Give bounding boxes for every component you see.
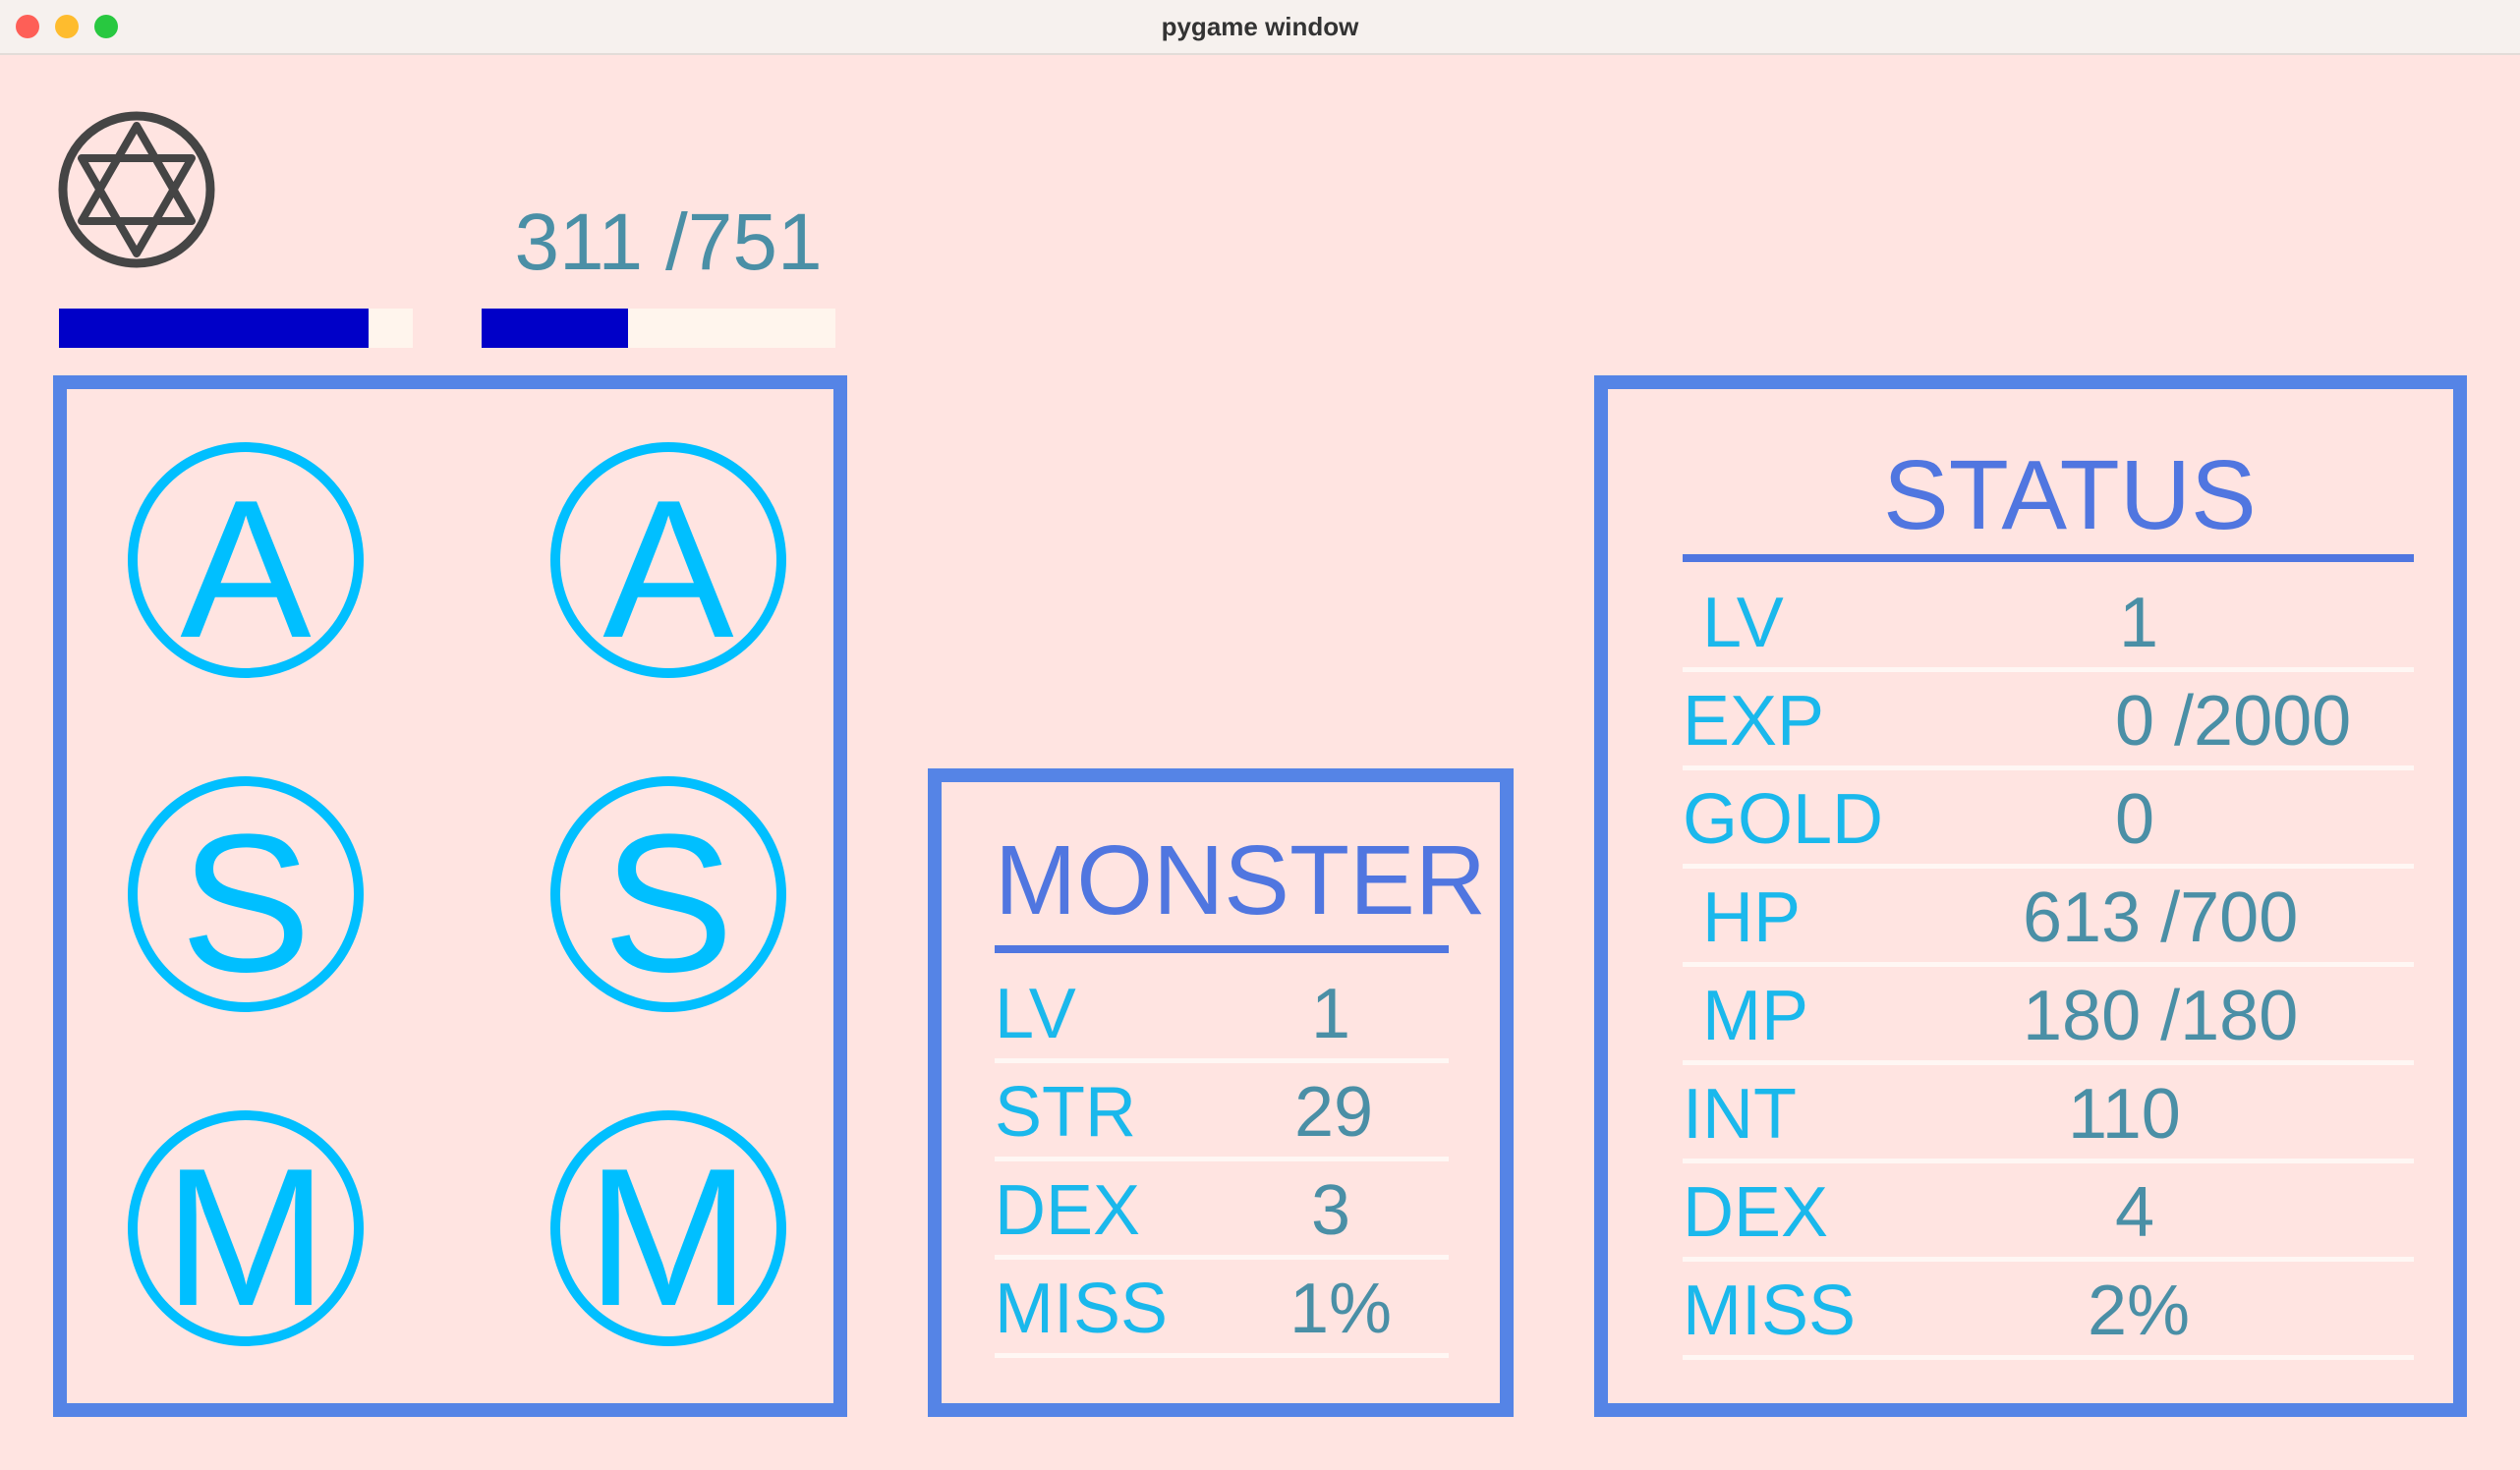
monster-row-miss: MISS 1%	[995, 1264, 1449, 1358]
monster-stat-value: 3	[1311, 1171, 1351, 1250]
status-panel: STATUS LV 1 EXP 0 /2000 GOLD 0 HP 613 /7…	[1594, 375, 2467, 1417]
status-row-int: INT 110	[1683, 1069, 2414, 1163]
status-stat-value: 613 /700	[2023, 878, 2299, 957]
status-stat-label: GOLD	[1683, 780, 1884, 859]
status-row-exp: EXP 0 /2000	[1683, 676, 2414, 770]
status-stat-value: 4	[2115, 1173, 2155, 1252]
game-canvas[interactable]: 311 /751 A A S S M M MONSTER LV 1 STR 29…	[0, 55, 2520, 1470]
monster-row-str: STR 29	[995, 1067, 1449, 1161]
status-stat-value: 2%	[2088, 1272, 2191, 1350]
hexagram-emblem-icon	[58, 111, 215, 268]
skill-panel: A A S S M M	[53, 375, 847, 1417]
monster-stat-label: DEX	[995, 1171, 1141, 1250]
skill-slot-s-2[interactable]: S	[550, 776, 786, 1013]
monster-title-underline	[995, 945, 1449, 953]
status-stat-label: HP	[1702, 878, 1802, 957]
mp-readout: 311 /751	[514, 198, 823, 287]
monster-title: MONSTER	[995, 825, 1486, 935]
status-stat-value: 110	[2068, 1075, 2181, 1154]
status-row-mp: MP 180 /180	[1683, 971, 2414, 1065]
status-stat-value: 0	[2115, 780, 2155, 859]
skill-slot-m-2[interactable]: M	[550, 1110, 786, 1347]
row-divider	[1683, 667, 2414, 672]
row-divider	[1683, 765, 2414, 770]
row-divider	[1683, 1355, 2414, 1360]
status-stat-value: 180 /180	[2023, 977, 2299, 1055]
row-divider	[1683, 1060, 2414, 1065]
status-title-underline	[1683, 554, 2414, 562]
monster-stat-value: 1	[1311, 975, 1351, 1053]
monster-panel: MONSTER LV 1 STR 29 DEX 3 MISS 1%	[928, 768, 1514, 1417]
status-stat-label: DEX	[1683, 1173, 1829, 1252]
row-divider	[1683, 962, 2414, 967]
row-divider	[1683, 1159, 2414, 1163]
status-row-hp: HP 613 /700	[1683, 873, 2414, 967]
monster-stat-label: STR	[995, 1073, 1136, 1152]
row-divider	[1683, 864, 2414, 869]
monster-row-lv: LV 1	[995, 969, 1449, 1063]
monster-stat-label: MISS	[995, 1270, 1169, 1348]
monster-stat-value: 1%	[1289, 1270, 1393, 1348]
window-titlebar: pygame window	[0, 0, 2520, 55]
skill-slot-a-2[interactable]: A	[550, 442, 786, 679]
status-stat-label: EXP	[1683, 682, 1825, 761]
status-row-lv: LV 1	[1683, 578, 2414, 672]
status-stat-label: MP	[1702, 977, 1808, 1055]
row-divider	[995, 1353, 1449, 1358]
skill-slot-s-1[interactable]: S	[128, 776, 364, 1013]
monster-stat-label: LV	[995, 975, 1076, 1053]
status-row-gold: GOLD 0	[1683, 774, 2414, 869]
row-divider	[995, 1157, 1449, 1161]
mp-bar-fill	[482, 309, 629, 348]
skill-slot-a-1[interactable]: A	[128, 442, 364, 679]
hp-bar	[59, 309, 413, 348]
status-stat-label: MISS	[1683, 1272, 1857, 1350]
status-title: STATUS	[1883, 440, 2257, 550]
status-stat-value: 0 /2000	[2115, 682, 2352, 761]
row-divider	[995, 1058, 1449, 1063]
status-row-miss: MISS 2%	[1683, 1266, 2414, 1360]
monster-stat-value: 29	[1294, 1073, 1374, 1152]
mp-bar	[482, 309, 835, 348]
status-stat-label: INT	[1683, 1075, 1797, 1154]
hp-bar-fill	[59, 309, 370, 348]
status-stat-value: 1	[2119, 584, 2159, 662]
status-stat-label: LV	[1702, 584, 1784, 662]
row-divider	[995, 1255, 1449, 1260]
status-row-dex: DEX 4	[1683, 1167, 2414, 1262]
skill-slot-m-1[interactable]: M	[128, 1110, 364, 1347]
row-divider	[1683, 1257, 2414, 1262]
monster-row-dex: DEX 3	[995, 1165, 1449, 1260]
window-title: pygame window	[1161, 12, 1359, 41]
